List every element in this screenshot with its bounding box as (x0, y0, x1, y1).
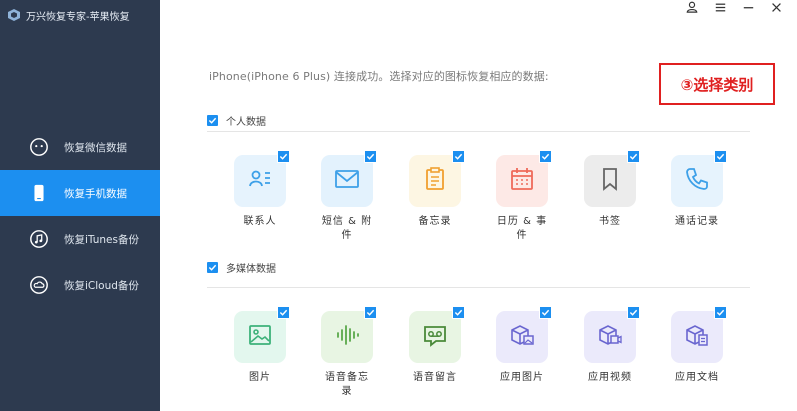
app-documents-tile (671, 306, 727, 363)
tile-checkbox[interactable] (364, 150, 377, 163)
sidebar-nav: 恢复微信数据 恢复手机数据 恢复iTunes备份 恢复iCloud备份 (0, 124, 160, 308)
data-type-messages[interactable]: 短信 & 附件 (309, 150, 385, 243)
sidebar-item-itunes[interactable]: 恢复iTunes备份 (0, 216, 160, 262)
user-icon[interactable] (685, 0, 699, 14)
tile-checkbox[interactable] (714, 306, 727, 319)
itunes-icon (28, 228, 50, 250)
tile-label: 短信 & 附件 (321, 216, 373, 241)
photo-icon (245, 320, 275, 354)
menu-icon[interactable] (713, 0, 727, 14)
step-annotation: ③选择类别 (659, 63, 775, 105)
data-type-app-videos[interactable]: 应用视频 (572, 306, 648, 385)
sidebar-item-label: 恢复微信数据 (64, 141, 127, 154)
data-type-app-documents[interactable]: 应用文档 (659, 306, 735, 385)
call-icon (682, 164, 712, 198)
sidebar-item-phone[interactable]: 恢复手机数据 (0, 170, 160, 216)
sidebar-item-label: 恢复iCloud备份 (64, 279, 139, 292)
icloud-icon (28, 274, 50, 296)
app-document-icon (682, 320, 712, 354)
minimize-icon[interactable] (741, 0, 755, 14)
data-type-contacts[interactable]: 联系人 (222, 150, 298, 229)
close-icon[interactable] (769, 0, 783, 14)
calendar-tile (496, 150, 552, 207)
app-photo-icon (507, 320, 537, 354)
tile-label: 图片 (249, 372, 271, 383)
section-checkbox-personal[interactable] (207, 115, 218, 126)
notes-tile (409, 150, 465, 207)
data-type-notes[interactable]: 备忘录 (397, 150, 473, 229)
wechat-icon (28, 136, 50, 158)
tile-checkbox[interactable] (277, 150, 290, 163)
data-type-bookmarks[interactable]: 书签 (572, 150, 648, 229)
sidebar-item-label: 恢复手机数据 (64, 187, 127, 200)
app-title: 万兴恢复专家-苹果恢复 (26, 11, 130, 23)
data-type-voicemail[interactable]: 语音留言 (397, 306, 473, 385)
tile-checkbox[interactable] (277, 306, 290, 319)
contacts-tile (234, 150, 290, 207)
data-type-calendar[interactable]: 日历 & 事件 (484, 150, 560, 243)
voicemail-icon (420, 320, 450, 354)
photos-tile (234, 306, 290, 363)
tile-label: 联系人 (243, 216, 277, 227)
section-checkbox-multimedia[interactable] (207, 262, 218, 273)
tile-checkbox[interactable] (539, 306, 552, 319)
tile-checkbox[interactable] (627, 150, 640, 163)
section-header-personal: 个人数据 (207, 113, 266, 128)
section-divider (207, 287, 750, 288)
app-video-icon (595, 320, 625, 354)
section-title: 多媒体数据 (226, 264, 276, 275)
tile-checkbox[interactable] (452, 306, 465, 319)
connection-status-text: iPhone(iPhone 6 Plus) 连接成功。选择对应的图标恢复相应的数… (209, 70, 549, 83)
notes-icon (420, 164, 450, 198)
window-controls (685, 0, 783, 14)
data-type-app-photos[interactable]: 应用图片 (484, 306, 560, 385)
tile-label: 备忘录 (418, 216, 452, 227)
message-icon (332, 164, 362, 198)
messages-tile (321, 150, 377, 207)
data-type-photos[interactable]: 图片 (222, 306, 298, 385)
tile-checkbox[interactable] (539, 150, 552, 163)
contacts-icon (245, 164, 275, 198)
tile-checkbox[interactable] (452, 150, 465, 163)
app-photos-tile (496, 306, 552, 363)
tile-checkbox[interactable] (364, 306, 377, 319)
calendar-icon (507, 164, 537, 198)
tile-label: 日历 & 事件 (496, 216, 548, 241)
bookmarks-tile (584, 150, 640, 207)
tile-label: 通话记录 (675, 216, 719, 227)
section-title: 个人数据 (226, 117, 266, 128)
app-logo-icon (8, 9, 20, 21)
sidebar-item-wechat[interactable]: 恢复微信数据 (0, 124, 160, 170)
tile-label: 语音留言 (413, 372, 457, 383)
tile-label: 书签 (599, 216, 621, 227)
bookmark-icon (595, 164, 625, 198)
sidebar-item-label: 恢复iTunes备份 (64, 233, 139, 246)
tile-label: 应用文档 (675, 372, 719, 383)
data-type-voice-memos[interactable]: 语音备忘录 (309, 306, 385, 399)
tile-checkbox[interactable] (714, 150, 727, 163)
tile-label: 语音备忘录 (325, 372, 369, 397)
voice-memos-tile (321, 306, 377, 363)
app-title-bar: 万兴恢复专家-苹果恢复 (0, 0, 160, 30)
call-history-tile (671, 150, 727, 207)
voice-memo-icon (332, 320, 362, 354)
section-header-multimedia: 多媒体数据 (207, 260, 276, 275)
app-videos-tile (584, 306, 640, 363)
tile-label: 应用视频 (588, 372, 632, 383)
sidebar-item-icloud[interactable]: 恢复iCloud备份 (0, 262, 160, 308)
section-divider (207, 131, 750, 132)
phone-icon (28, 182, 50, 204)
tile-checkbox[interactable] (627, 306, 640, 319)
tile-label: 应用图片 (500, 372, 544, 383)
sidebar: 万兴恢复专家-苹果恢复 恢复微信数据 恢复手机数据 恢复iTunes备份 恢复i… (0, 0, 160, 411)
data-type-call-history[interactable]: 通话记录 (659, 150, 735, 229)
voicemail-tile (409, 306, 465, 363)
